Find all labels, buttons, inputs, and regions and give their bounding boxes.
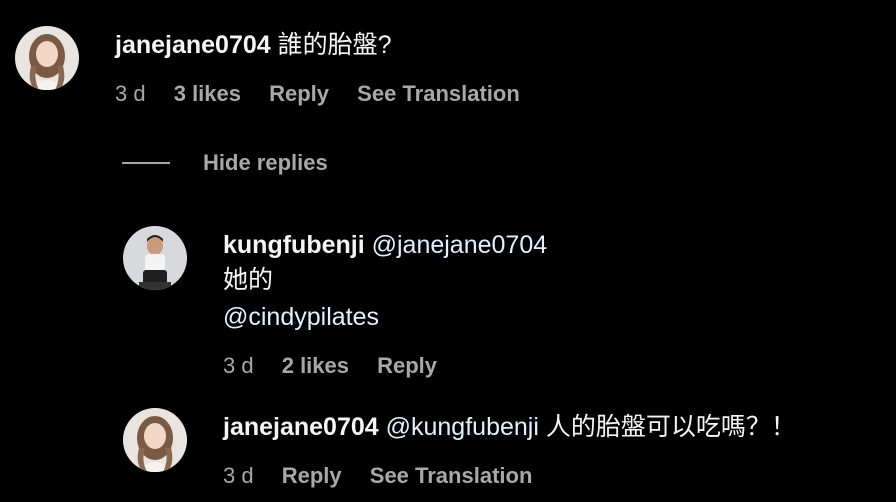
comment-text: 誰的胎盤? (277, 31, 392, 59)
reply-button[interactable]: Reply (269, 81, 329, 106)
hide-replies-button[interactable]: Hide replies (122, 150, 328, 176)
reply2-meta: 3 d Reply See Translation (223, 462, 554, 490)
reply-likes[interactable]: 2 likes (282, 353, 349, 378)
reply-username[interactable]: kungfubenji (223, 231, 365, 259)
avatar-janejane0704[interactable] (15, 26, 79, 90)
reply-text-line-2: 她的 (223, 265, 273, 295)
comment-time: 3 d (115, 81, 146, 106)
reply2-text: 人的胎盤可以吃嗎？！ (545, 413, 796, 441)
hide-replies-divider (122, 162, 170, 164)
reply-meta: 3 d 2 likes Reply (223, 352, 459, 380)
reply-text: 她的 (223, 266, 274, 294)
avatar-kungfubenji[interactable] (123, 226, 187, 290)
comment-meta: 3 d 3 likes Reply See Translation (115, 80, 542, 108)
reply2-time: 3 d (223, 463, 254, 488)
reply-mention-2[interactable]: @cindypilates (223, 303, 379, 331)
reply2-text-line: janejane0704 @kungfubenji 人的胎盤可以吃嗎？！ (223, 412, 796, 442)
man-avatar-icon (123, 226, 187, 290)
see-translation-button[interactable]: See Translation (357, 81, 520, 106)
woman-avatar-icon (15, 26, 79, 90)
hide-replies-label: Hide replies (203, 150, 328, 175)
reply-button[interactable]: Reply (377, 353, 437, 378)
comment-likes[interactable]: 3 likes (174, 81, 241, 106)
reply-mention[interactable]: @janejane0704 (372, 231, 548, 259)
avatar-janejane0704-reply[interactable] (123, 408, 187, 472)
reply2-username[interactable]: janejane0704 (223, 413, 379, 441)
woman-avatar-icon (123, 408, 187, 472)
see-translation-button[interactable]: See Translation (370, 463, 533, 488)
reply2-mention[interactable]: @kungfubenji (386, 413, 539, 441)
reply-text-line-3: @cindypilates (223, 302, 379, 332)
comment-text-line: janejane0704 誰的胎盤? (115, 30, 392, 60)
reply-time: 3 d (223, 353, 254, 378)
reply-text-line-1: kungfubenji @janejane0704 (223, 230, 547, 260)
comment-username[interactable]: janejane0704 (115, 31, 271, 59)
reply-button[interactable]: Reply (282, 463, 342, 488)
